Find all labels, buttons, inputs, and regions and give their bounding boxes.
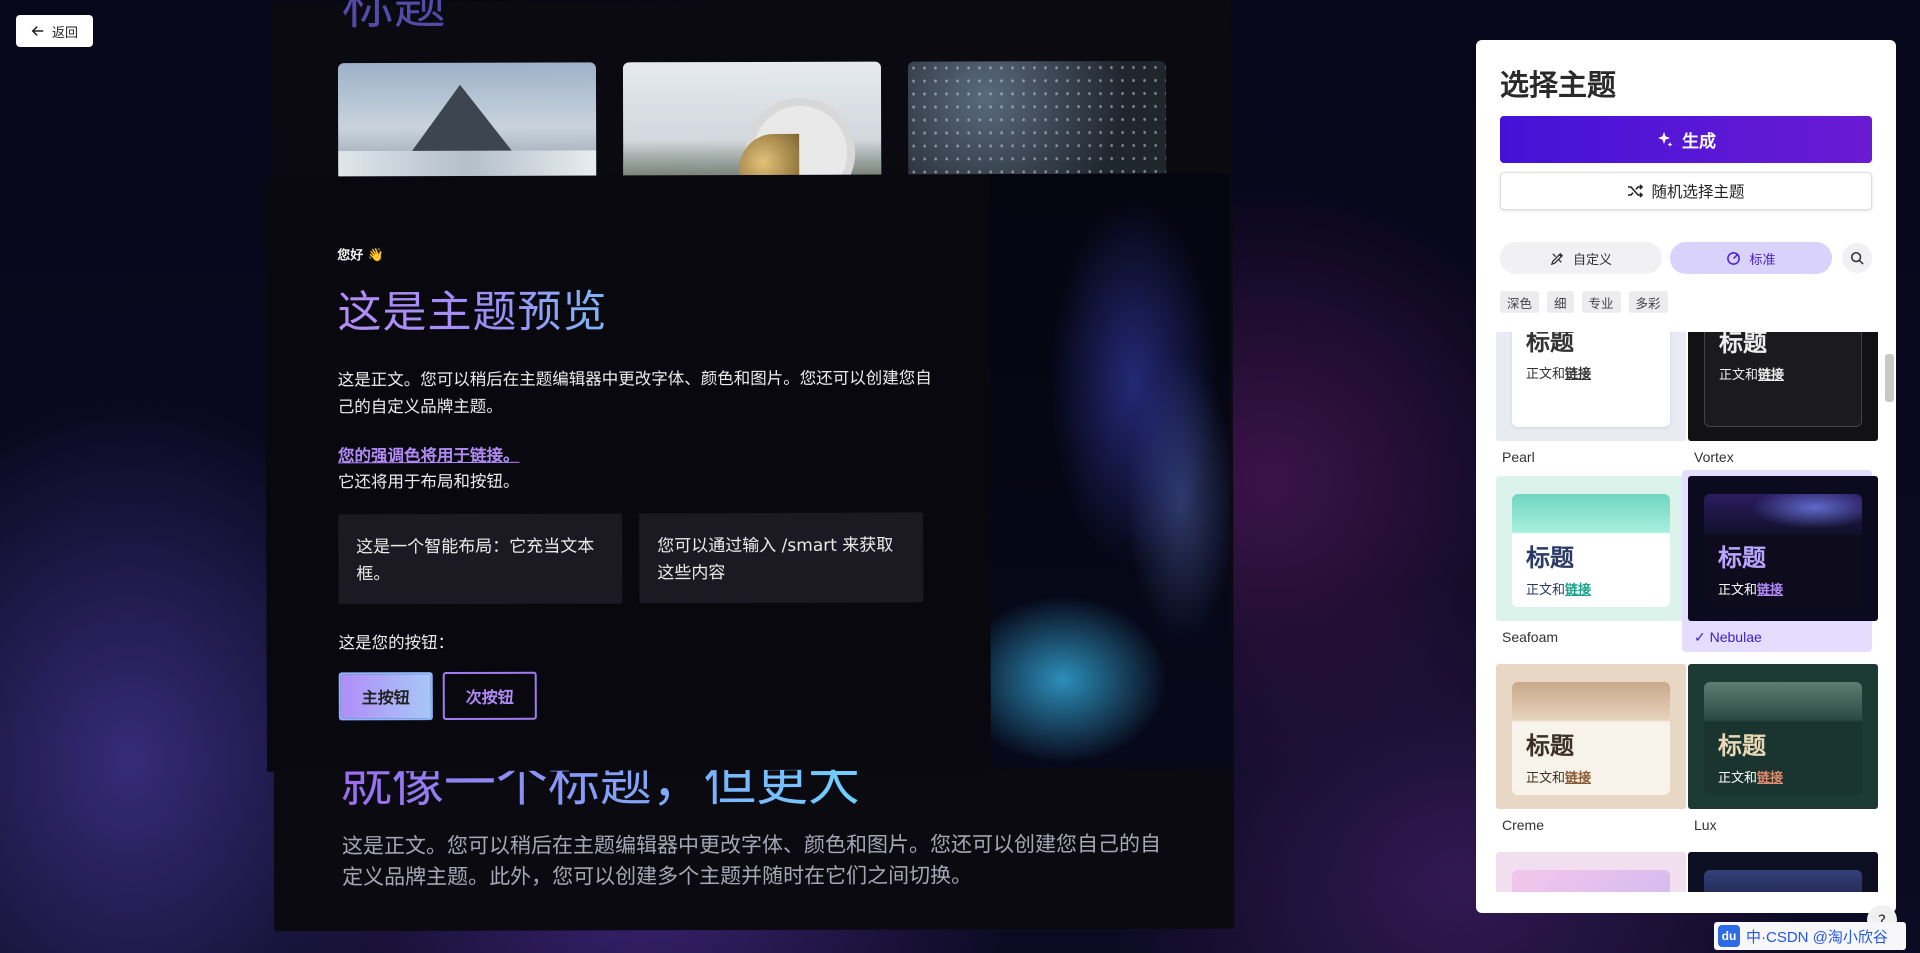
- scrollbar-thumb[interactable]: [1885, 354, 1894, 402]
- back-button[interactable]: 返回: [16, 15, 93, 47]
- check-icon: ✓: [1694, 629, 1710, 645]
- theme-name-text: Nebulae: [1709, 629, 1762, 645]
- panel-title: 选择主题: [1500, 70, 1617, 102]
- chip-thin[interactable]: 细: [1547, 291, 1574, 313]
- sparkle-icon: [1658, 131, 1673, 147]
- theme-name: Creme: [1502, 817, 1545, 833]
- theme-body: 正文和: [1719, 367, 1759, 382]
- arrow-left-icon: [31, 26, 44, 36]
- theme-swatch: 标题正文和链接: [1496, 332, 1686, 441]
- theme-grid: 标题 正文和链接 Pearl 标题 正文和链接 Vortex 标题 正文和链接 Sea…: [1488, 332, 1878, 892]
- chip-dark[interactable]: 深色: [1500, 291, 1540, 313]
- theme-link: 链接: [1565, 770, 1592, 785]
- generate-button[interactable]: 生成: [1500, 116, 1872, 163]
- theme-panel: 选择主题 生成 随机选择主题 自定义 标准 深色 细 专业 多彩 标题 正文和链接…: [1476, 40, 1896, 913]
- theme-heading: 标题: [1526, 733, 1574, 760]
- random-theme-button[interactable]: 随机选择主题: [1500, 172, 1872, 210]
- theme-swatch: 标题正文和链接: [1688, 664, 1878, 809]
- theme-swatch: 标题正文和链接: [1496, 476, 1686, 621]
- theme-heading: 标题: [1526, 545, 1574, 572]
- mountain-image: [337, 62, 597, 182]
- theme-scrollbar[interactable]: [1884, 332, 1894, 892]
- search-icon: [1850, 251, 1864, 265]
- accent-link[interactable]: 您的强调色将用于链接。: [338, 442, 520, 467]
- theme-heading: 标题: [1718, 545, 1766, 572]
- brush-icon: [1550, 252, 1564, 265]
- theme-pearl[interactable]: 标题正文和链接 Pearl: [1496, 332, 1686, 465]
- theme-creme[interactable]: 标题正文和链接 Creme: [1496, 664, 1686, 833]
- du-logo-icon: du: [1718, 925, 1740, 947]
- link-note: 它还将用于布局和按钮。: [337, 471, 520, 492]
- preview-body: 这是正文。您可以稍后在主题编辑器中更改字体、颜色和图片。您还可以创建您自己的自定…: [337, 368, 932, 417]
- back-label: 返回: [51, 24, 78, 40]
- watermark-text: 中·CSDN @淘小欣谷: [1746, 928, 1888, 946]
- theme-swatch: 标题正文和链接: [1496, 664, 1686, 809]
- theme-link: 链接: [1758, 367, 1785, 382]
- theme-lux[interactable]: 标题正文和链接 Lux: [1688, 664, 1878, 833]
- theme-name: Pearl: [1502, 449, 1535, 465]
- greeting: 您好 👋: [337, 248, 384, 264]
- theme-name: ✓ Nebulae: [1688, 629, 1866, 652]
- tab-standard[interactable]: 标准: [1670, 242, 1832, 274]
- starfield-image: [907, 60, 1167, 180]
- theme-name: Seafoam: [1502, 629, 1559, 645]
- theme-link: 链接: [1757, 770, 1784, 785]
- watermark: du 中·CSDN @淘小欣谷: [1714, 922, 1906, 950]
- smart-layout-box: 这是一个智能布局：它充当文本框。: [338, 513, 623, 605]
- filter-chips: 深色 细 专业 多彩: [1500, 291, 1668, 313]
- secondary-button[interactable]: 次按钮: [442, 671, 537, 721]
- chip-professional[interactable]: 专业: [1581, 291, 1621, 313]
- theme-body: 正文和: [1718, 770, 1758, 785]
- tab-custom-label: 自定义: [1572, 251, 1612, 267]
- image-thumbnails: [337, 60, 1167, 182]
- theme-link: 链接: [1565, 366, 1592, 381]
- theme-swatch: 标题正文和链接: [1688, 476, 1878, 621]
- theme-swatch: 标题: [1688, 852, 1878, 892]
- theme-heading: 标题: [1719, 332, 1767, 357]
- theme-swatch: 标题正文和链接: [1688, 332, 1878, 441]
- theme-heading: 标题: [1526, 332, 1574, 356]
- shuffle-icon: [1628, 184, 1644, 198]
- slide-body-text: 这是正文。您可以稍后在主题编辑器中更改字体、颜色和图片。您还可以创建您自己的自定…: [341, 831, 1162, 890]
- theme-preview-card: 您好 👋 这是主题预览 这是正文。您可以稍后在主题编辑器中更改字体、颜色和图片。…: [264, 173, 1232, 772]
- theme-name: Vortex: [1694, 449, 1734, 465]
- theme-body: 正文和: [1526, 366, 1566, 381]
- theme-name: Lux: [1694, 817, 1717, 833]
- tab-custom[interactable]: 自定义: [1500, 242, 1662, 274]
- theme-nebulae[interactable]: 标题正文和链接 ✓ Nebulae: [1682, 470, 1878, 652]
- buttons-label: 这是您的按钮：: [338, 633, 455, 653]
- chip-colorful[interactable]: 多彩: [1628, 291, 1668, 313]
- theme-pastel[interactable]: 标题: [1496, 852, 1686, 892]
- nebula-image: [988, 173, 1232, 770]
- primary-button[interactable]: 主按钮: [338, 672, 433, 721]
- preview-title: 这是主题预览: [337, 275, 607, 340]
- theme-link: 链接: [1757, 582, 1784, 597]
- random-label: 随机选择主题: [1651, 184, 1745, 201]
- theme-vortex[interactable]: 标题正文和链接 Vortex: [1688, 332, 1878, 465]
- generate-label: 生成: [1682, 132, 1716, 151]
- theme-midnight[interactable]: 标题: [1688, 852, 1878, 892]
- palette-icon: [1727, 251, 1741, 265]
- theme-body: 正文和: [1526, 770, 1566, 785]
- smart-layout-box-2: 您可以通过输入 /smart 来获取这些内容: [639, 512, 924, 604]
- theme-body: 正文和: [1718, 582, 1758, 597]
- theme-body: 正文和: [1526, 582, 1566, 597]
- theme-swatch: 标题: [1496, 852, 1686, 892]
- search-button[interactable]: [1842, 243, 1872, 273]
- tab-standard-label: 标准: [1749, 251, 1776, 267]
- theme-heading: 标题: [1718, 733, 1766, 760]
- theme-seafoam[interactable]: 标题正文和链接 Seafoam: [1496, 476, 1686, 645]
- theme-link: 链接: [1565, 582, 1592, 597]
- slide-peek-title: 标题: [341, 0, 446, 37]
- astronaut-image: [622, 61, 882, 181]
